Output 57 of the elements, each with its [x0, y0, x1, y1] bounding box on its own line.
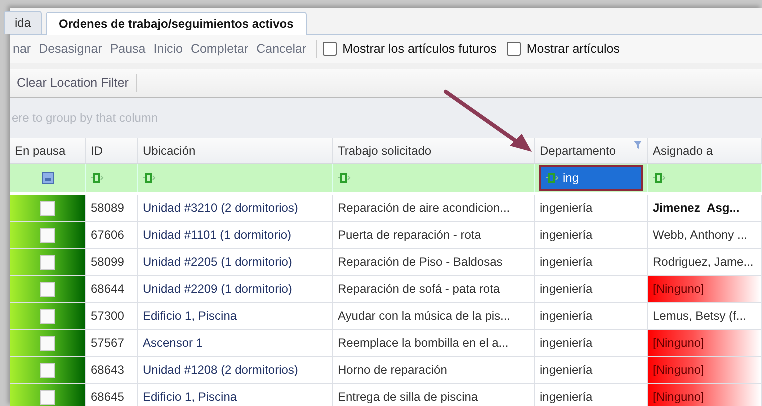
filter-icon[interactable] — [634, 141, 642, 149]
checkbox-label: Mostrar artículos — [526, 42, 620, 56]
table-cell: Reparación de sofá - pata rota — [333, 276, 535, 302]
table-cell: 58099 — [86, 249, 138, 275]
table-cell: Reparación de aire acondicion... — [333, 195, 535, 221]
checkbox-filter-icon[interactable] — [42, 172, 54, 184]
filter-field[interactable]: ing — [539, 165, 643, 191]
table-cell: Reemplace la bombilla en el a... — [333, 330, 535, 356]
column-header[interactable]: Asignado a — [648, 138, 762, 163]
column-header[interactable]: ID — [86, 138, 138, 163]
table-cell: 67606 — [86, 222, 138, 248]
table-cell: 58089 — [86, 195, 138, 221]
column-header[interactable]: Ubicación — [138, 138, 333, 163]
table-cell: 68644 — [86, 276, 138, 302]
checkbox[interactable] — [322, 42, 337, 56]
table-cell: 57300 — [86, 303, 138, 329]
table-cell: Edificio 1, Piscina — [138, 303, 333, 329]
table-cell: [Ninguno] — [648, 384, 762, 406]
table-cell: Unidad #3210 (2 dormitorios) — [138, 195, 333, 221]
table-cell: ingeniería — [535, 195, 648, 221]
table-cell: 68643 — [86, 357, 138, 383]
column-header[interactable]: Departamento — [535, 138, 648, 163]
filter-operator-icon[interactable] — [142, 173, 156, 183]
table-cell: Ascensor 1 — [138, 330, 333, 356]
table-cell: Puerta de reparación - rota — [333, 222, 535, 248]
table-cell: ingeniería — [535, 249, 648, 275]
tab[interactable]: Ordenes de trabajo/seguimientos activos — [46, 12, 307, 35]
tab[interactable]: ida — [4, 11, 42, 34]
table-cell: Horno de reparación — [333, 357, 535, 383]
group-hint: ere to group by that column — [12, 111, 158, 125]
filter-operator-icon[interactable] — [545, 173, 559, 183]
table-cell: Lemus, Betsy (f... — [648, 303, 762, 329]
table-cell: 68645 — [86, 384, 138, 406]
checkbox-label: Mostrar los artículos futuros — [342, 42, 497, 56]
table-cell: Unidad #2209 (1 dormitorio) — [138, 276, 333, 302]
table-cell: ingeniería — [535, 303, 648, 329]
table-cell: Edificio 1, Piscina — [138, 384, 333, 406]
table-cell: Webb, Anthony ... — [648, 222, 762, 248]
table-cell: ingeniería — [535, 222, 648, 248]
table-cell: Ayudar con la música de la pis... — [333, 303, 535, 329]
table-cell: [Ninguno] — [648, 276, 762, 302]
clear-filter-button[interactable]: Clear Location Filter — [14, 74, 132, 92]
table-cell: Reparación de Piso - Baldosas — [333, 249, 535, 275]
column-header[interactable]: En pausa — [10, 138, 86, 163]
table-cell: Unidad #2205 (1 dormitorio) — [138, 249, 333, 275]
table-cell: Unidad #1101 (1 dormitorio) — [138, 222, 333, 248]
table-cell: 57567 — [86, 330, 138, 356]
table-cell: Rodriguez, Jame... — [648, 249, 762, 275]
filter-operator-icon[interactable] — [337, 173, 351, 183]
filter-operator-icon[interactable] — [652, 173, 666, 183]
filter-operator-icon[interactable] — [90, 173, 104, 183]
table-cell: Entrega de silla de piscina — [333, 384, 535, 406]
checkbox[interactable] — [506, 42, 521, 56]
table-cell: Unidad #1208 (2 dormitorios) — [138, 357, 333, 383]
table-cell: [Ninguno] — [648, 330, 762, 356]
table-cell: [Ninguno] — [648, 357, 762, 383]
table-cell: Jimenez_Asg... — [648, 195, 762, 221]
